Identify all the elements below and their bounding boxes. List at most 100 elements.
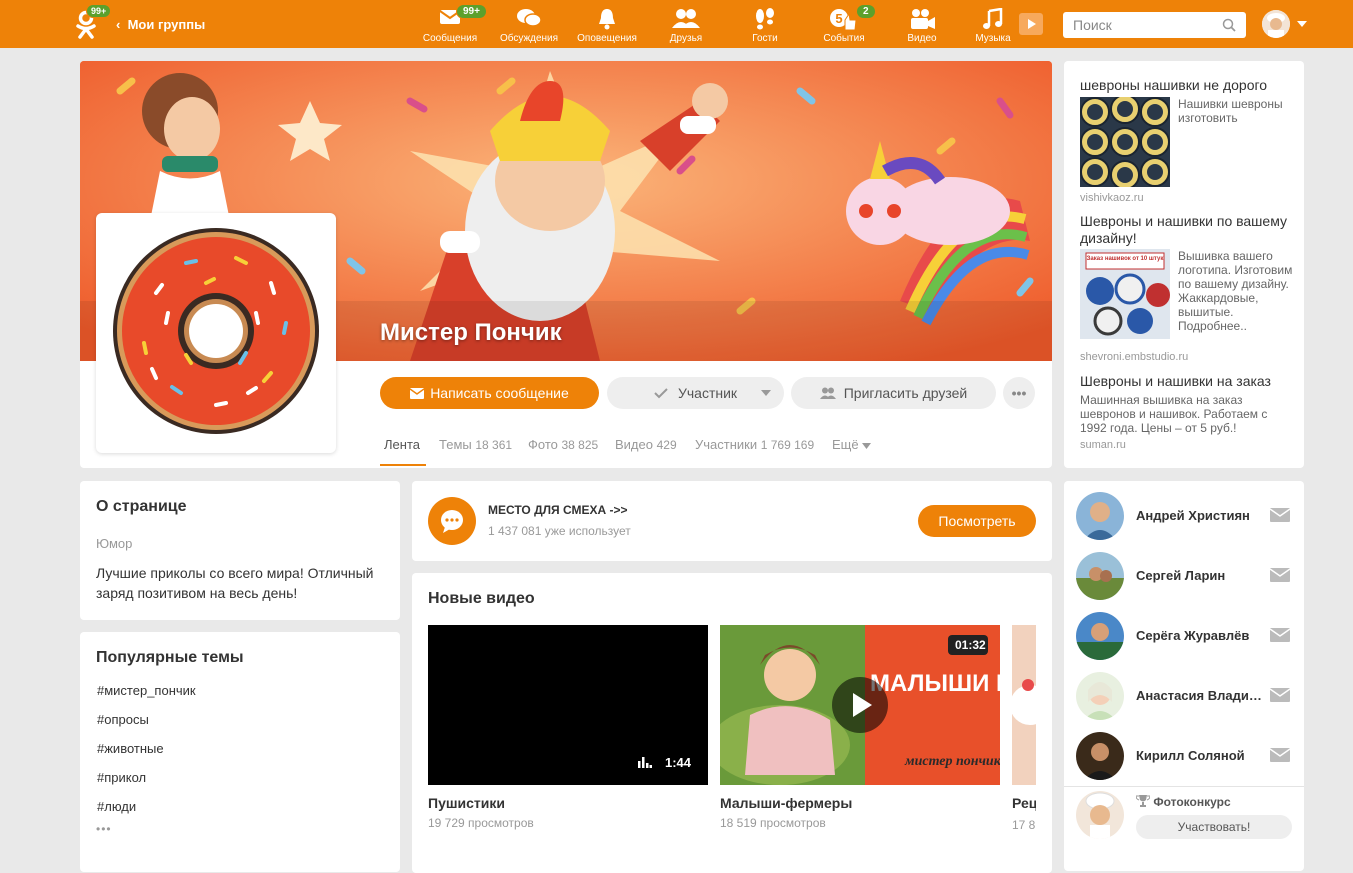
invite-friends-button[interactable]: Пригласить друзей	[791, 377, 996, 409]
video-thumbnail[interactable]: 1:44	[428, 625, 708, 785]
bell-icon	[599, 9, 615, 30]
friend-avatar[interactable]	[1076, 492, 1124, 540]
friend-avatar[interactable]	[1076, 672, 1124, 720]
envelope-icon[interactable]	[1270, 508, 1290, 522]
member-label: Участник	[677, 385, 738, 401]
photo-contest-avatar[interactable]	[1076, 791, 1124, 839]
about-title: О странице	[96, 498, 187, 515]
envelope-icon[interactable]	[1270, 568, 1290, 582]
logo-badge: 99+	[86, 4, 112, 18]
envelope-icon[interactable]	[1270, 628, 1290, 642]
member-button[interactable]: Участник	[607, 377, 784, 409]
ad-source[interactable]: suman.ru	[1080, 439, 1126, 451]
nav-notifications[interactable]: Оповещения	[567, 0, 647, 48]
search-icon	[1222, 18, 1236, 32]
topic-link[interactable]: #прикол	[97, 770, 146, 785]
nav-events[interactable]: 5 2 События	[804, 0, 884, 48]
ad-title[interactable]: Шевроны и нашивки по вашему дизайну!	[1080, 213, 1295, 247]
topic-link[interactable]: #люди	[97, 799, 136, 814]
tab-feed[interactable]: Лента	[384, 437, 420, 452]
tab-videos[interactable]: Видео 429	[615, 437, 677, 452]
svg-text:МАЛЫШИ НА ФЕРМЕ: МАЛЫШИ НА ФЕРМЕ	[870, 670, 1000, 697]
friend-item[interactable]: Кирилл Соляной	[1076, 732, 1290, 792]
check-icon	[654, 388, 668, 399]
user-avatar[interactable]	[1262, 10, 1290, 38]
ad-text: Машинная вышивка на заказ шевронов и наш…	[1080, 393, 1268, 435]
search-input[interactable]: Поиск	[1063, 12, 1246, 38]
ad-image[interactable]: Заказ нашивок от 10 штук	[1080, 249, 1170, 339]
nav-label: Обсуждения	[499, 33, 559, 44]
friend-item[interactable]: Анастасия Владис…	[1076, 672, 1290, 732]
app-title[interactable]: МЕСТО ДЛЯ СМЕХА ->>	[488, 503, 628, 517]
more-options-button[interactable]: •••	[1003, 377, 1035, 409]
events-badge: 2	[856, 4, 876, 19]
group-avatar[interactable]	[96, 213, 336, 453]
tab-topics[interactable]: Темы 18 361	[439, 437, 512, 452]
chevron-down-icon[interactable]	[1297, 21, 1307, 27]
friends-icon	[672, 9, 700, 28]
nav-messages[interactable]: 99+ Сообщения	[410, 0, 490, 48]
search-placeholder: Поиск	[1073, 17, 1112, 33]
video-title[interactable]: Рец	[1012, 795, 1036, 813]
write-message-button[interactable]: Написать сообщение	[380, 377, 599, 409]
bar-chart-icon	[638, 757, 652, 768]
svg-text:Заказ нашивок от 10 штук: Заказ нашивок от 10 штук	[1087, 256, 1164, 262]
topics-more-button[interactable]: •••	[96, 822, 112, 836]
like-icon: 5	[830, 9, 857, 31]
nav-video[interactable]: Видео	[882, 0, 962, 48]
music-play-button[interactable]	[1019, 13, 1043, 35]
envelope-icon[interactable]	[1270, 688, 1290, 702]
view-app-button[interactable]: Посмотреть	[918, 505, 1036, 537]
video-thumbnail[interactable]: МАЛЫШИ НА ФЕРМЕ мистер пончик 01:32	[720, 625, 1000, 785]
friend-item[interactable]: Сергей Ларин	[1076, 552, 1290, 612]
friend-item[interactable]: Андрей Християн	[1076, 492, 1290, 552]
active-tab-indicator	[380, 464, 426, 466]
app-icon[interactable]	[428, 497, 476, 545]
friend-item[interactable]: Серёга Журавлёв	[1076, 612, 1290, 672]
participate-button[interactable]: Участвовать!	[1136, 815, 1292, 839]
tab-more[interactable]: Ещё	[832, 437, 872, 452]
nav-discussions[interactable]: Обсуждения	[489, 0, 569, 48]
friend-name[interactable]: Андрей Християн	[1136, 508, 1262, 523]
video-title[interactable]: Малыши-фермеры	[720, 795, 852, 811]
top-bar: 99+ ‹ Мои группы 99+ Сообщения Обсуждени…	[0, 0, 1353, 48]
video-thumbnail[interactable]	[1012, 625, 1036, 785]
ad-image[interactable]	[1080, 97, 1170, 187]
ad-source[interactable]: vishivkaoz.ru	[1080, 192, 1144, 204]
topic-link[interactable]: #опросы	[97, 712, 149, 727]
ad-text: Вышивка вашего логотипа. Изготовим по ва…	[1178, 249, 1293, 333]
about-category[interactable]: Юмор	[96, 536, 132, 551]
ad-title[interactable]: шевроны нашивки не дорого	[1080, 77, 1267, 93]
back-link[interactable]: ‹ Мои группы	[116, 17, 205, 32]
friend-name[interactable]: Кирилл Соляной	[1136, 748, 1262, 763]
envelope-icon	[409, 388, 425, 399]
topic-link[interactable]: #животные	[97, 741, 164, 756]
tab-members[interactable]: Участники 1 769 169	[695, 437, 814, 452]
popular-topics-title: Популярные темы	[96, 649, 244, 666]
friend-name[interactable]: Сергей Ларин	[1136, 568, 1262, 583]
friend-avatar[interactable]	[1076, 612, 1124, 660]
video-title[interactable]: Пушистики	[428, 795, 505, 811]
ad-title[interactable]: Шевроны и нашивки на заказ	[1080, 373, 1271, 389]
photo-contest-label-row: Фотоконкурс	[1135, 795, 1231, 809]
group-title: Мистер Пончик	[380, 319, 562, 346]
caret-down-icon	[761, 390, 771, 396]
write-message-label: Написать сообщение	[430, 385, 569, 401]
nav-friends[interactable]: Друзья	[646, 0, 726, 48]
invite-friends-label: Пригласить друзей	[843, 385, 968, 401]
play-icon	[1028, 19, 1036, 29]
new-videos-title: Новые видео	[428, 590, 535, 607]
friend-name[interactable]: Анастасия Владис…	[1136, 688, 1262, 703]
topic-link[interactable]: #мистер_пончик	[97, 683, 196, 698]
footprints-icon	[756, 8, 774, 30]
friend-name[interactable]: Серёга Журавлёв	[1136, 628, 1262, 643]
nav-label: Оповещения	[577, 33, 637, 44]
friend-avatar[interactable]	[1076, 552, 1124, 600]
tab-photos[interactable]: Фото 38 825	[528, 437, 598, 452]
envelope-icon[interactable]	[1270, 748, 1290, 762]
ad-text: Нашивки шевроны изготовить	[1178, 97, 1283, 125]
friend-avatar[interactable]	[1076, 732, 1124, 780]
nav-guests[interactable]: Гости	[725, 0, 805, 48]
ad-source[interactable]: shevroni.embstudio.ru	[1080, 351, 1188, 363]
photo-contest-label: Фотоконкурс	[1153, 795, 1231, 809]
